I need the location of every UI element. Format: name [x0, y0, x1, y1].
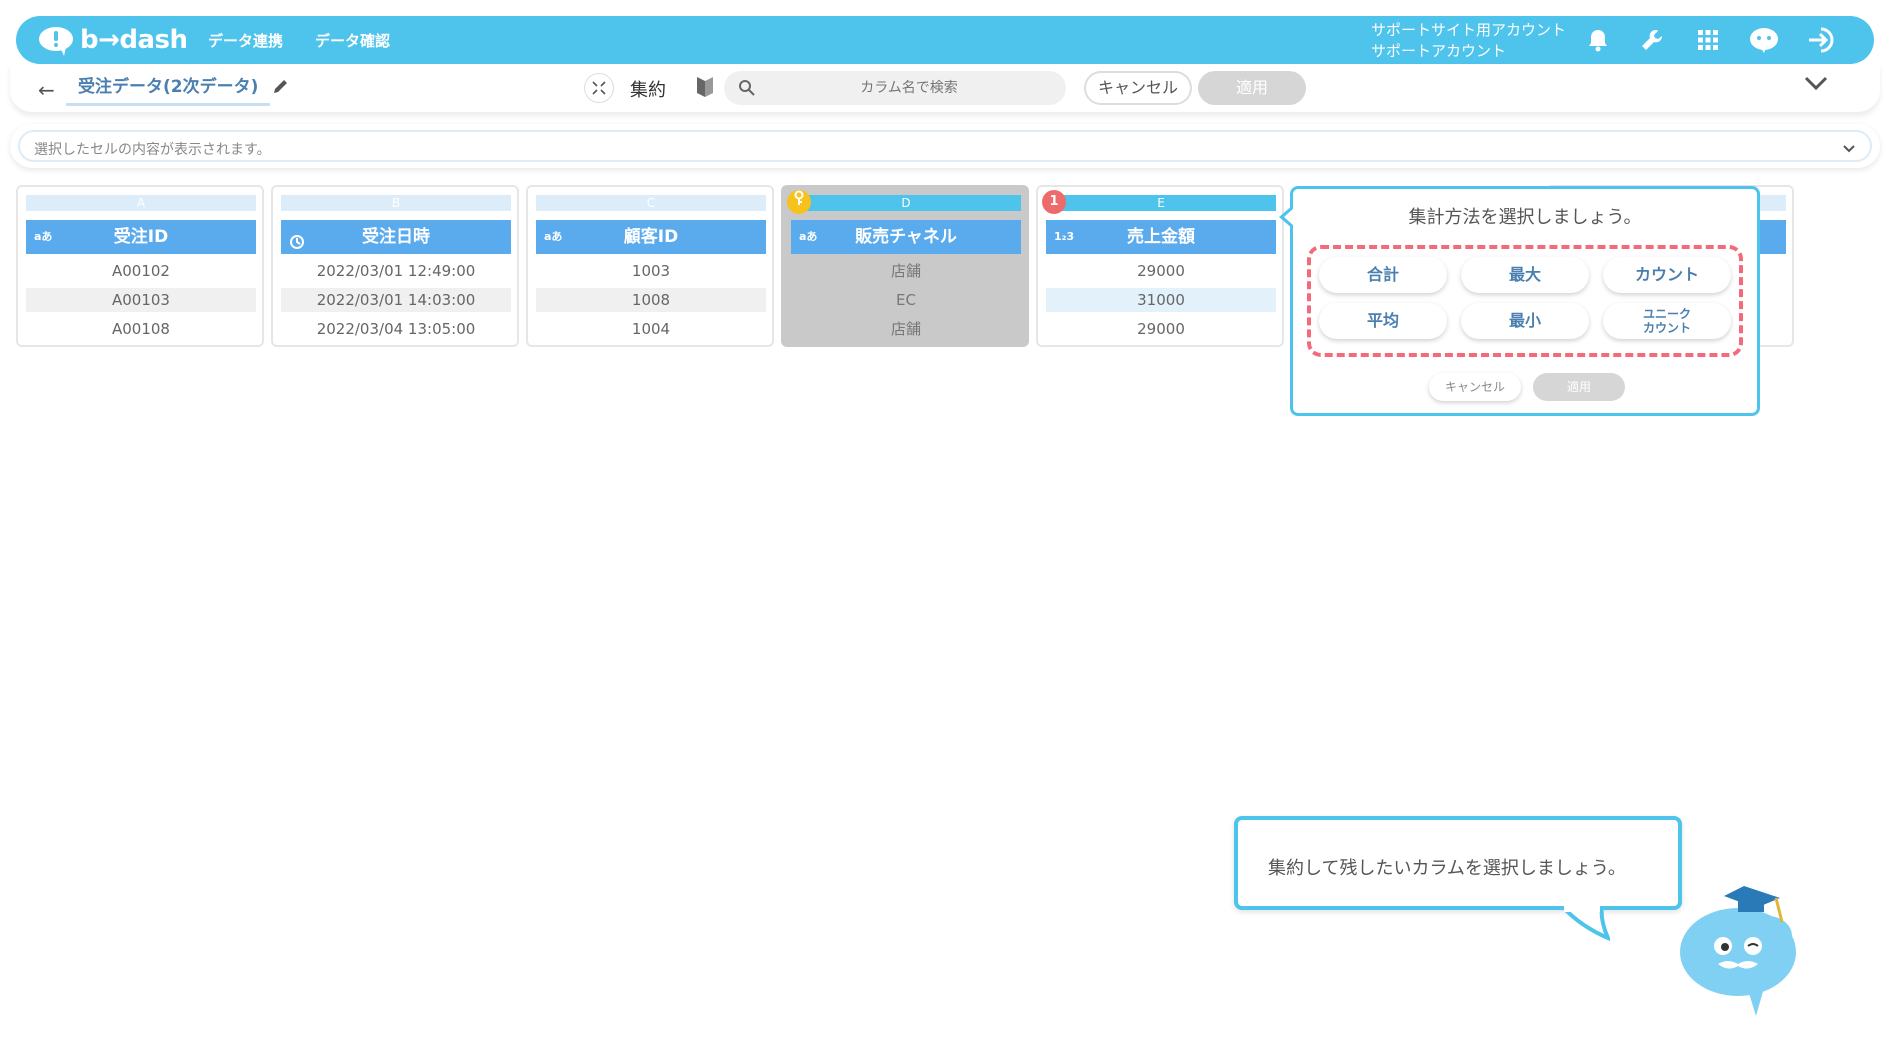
- column-search: [724, 71, 1066, 105]
- chat-support-icon[interactable]: [1748, 24, 1780, 56]
- option-max-button[interactable]: 最大: [1461, 257, 1589, 293]
- option-average-button[interactable]: 平均: [1319, 303, 1447, 339]
- hint-text: 集約して残したいカラムを選択しましょう。: [1268, 858, 1626, 879]
- column-header[interactable]: aあ 受注ID: [26, 220, 256, 254]
- table-cell[interactable]: 1008: [536, 288, 766, 312]
- beginner-mark-icon[interactable]: [696, 76, 714, 102]
- table-cell[interactable]: A00108: [26, 317, 256, 341]
- hint-speech-bubble: 集約して残したいカラムを選択しましょう。: [1234, 816, 1682, 910]
- table-cell[interactable]: 店舗: [791, 317, 1021, 341]
- column-name: 顧客ID: [623, 227, 679, 247]
- option-sum-button[interactable]: 合計: [1319, 257, 1447, 293]
- text-type-icon: aあ: [799, 230, 818, 243]
- speech-bubble-tail: [1560, 904, 1612, 946]
- bell-icon[interactable]: [1582, 24, 1614, 56]
- column-header[interactable]: 1₂3 売上金額: [1046, 220, 1276, 254]
- cell-content-field[interactable]: 選択したセルの内容が表示されます。: [18, 130, 1872, 162]
- table-cell[interactable]: 1003: [536, 259, 766, 283]
- top-navbar: b→dash データ連携 データ確認 サポートサイト用アカウント サポートアカウ…: [16, 16, 1874, 64]
- search-icon: [738, 79, 756, 101]
- data-title[interactable]: 受注データ(2次データ): [66, 75, 271, 106]
- column-card-b[interactable]: B 受注日時 2022/03/01 12:49:00 2022/03/01 14…: [271, 185, 519, 347]
- nav-data-confirm[interactable]: データ確認: [315, 30, 390, 51]
- cell-expand-chevron-icon[interactable]: [1842, 139, 1856, 158]
- logout-icon[interactable]: [1806, 24, 1838, 56]
- column-name: 受注日時: [362, 227, 430, 247]
- column-letter: C: [536, 195, 766, 211]
- table-cell[interactable]: 1004: [536, 317, 766, 341]
- table-cell[interactable]: A00103: [26, 288, 256, 312]
- column-card-d[interactable]: D aあ 販売チャネル 店舗 EC 店舗: [781, 185, 1029, 347]
- account-info[interactable]: サポートサイト用アカウント サポートアカウント: [1371, 20, 1566, 62]
- app-logo[interactable]: b→dash: [36, 25, 188, 56]
- column-letter: A: [26, 195, 256, 211]
- text-type-icon: aあ: [34, 230, 53, 243]
- account-line-2: サポートアカウント: [1371, 42, 1507, 60]
- aggregation-method-popup: 集計方法を選択しましょう。 合計 最大 カウント 平均 最小 ユニーク カウント…: [1279, 186, 1760, 416]
- cloud-logo-icon: [36, 25, 76, 56]
- popup-title: 集計方法を選択しましょう。: [1408, 207, 1642, 228]
- column-letter: E: [1046, 195, 1276, 211]
- mode-label: 集約: [630, 80, 666, 101]
- wrench-icon[interactable]: [1636, 24, 1668, 56]
- toolbar-apply-button[interactable]: 適用: [1198, 71, 1306, 105]
- table-cell[interactable]: 2022/03/01 12:49:00: [281, 259, 511, 283]
- table-cell[interactable]: 31000: [1046, 288, 1276, 312]
- option-unique-line2: カウント: [1642, 321, 1691, 335]
- grid-menu-icon[interactable]: [1692, 24, 1724, 56]
- column-header[interactable]: 受注日時: [281, 220, 511, 254]
- account-line-1: サポートサイト用アカウント: [1371, 21, 1567, 39]
- option-unique-count-button[interactable]: ユニーク カウント: [1603, 303, 1731, 339]
- option-min-button[interactable]: 最小: [1461, 303, 1589, 339]
- column-card-e[interactable]: E 1 1₂3 売上金額 29000 31000 29000: [1036, 185, 1284, 347]
- cell-content-bar: 選択したセルの内容が表示されます。: [10, 124, 1880, 168]
- clock-type-icon: [289, 229, 305, 263]
- data-toolbar: ← 受注データ(2次データ) 集約 キャンセル 適用: [10, 64, 1880, 112]
- table-cell[interactable]: 29000: [1046, 317, 1276, 341]
- chevron-down-icon[interactable]: [1804, 76, 1828, 96]
- option-count-button[interactable]: カウント: [1603, 257, 1731, 293]
- column-name: 売上金額: [1127, 227, 1195, 247]
- column-letter: B: [281, 195, 511, 211]
- column-name: 販売チャネル: [855, 227, 957, 247]
- column-letter: D: [791, 195, 1021, 211]
- mascot-character-icon: [1668, 880, 1818, 1024]
- column-name: 受注ID: [113, 227, 169, 247]
- column-header[interactable]: aあ 顧客ID: [536, 220, 766, 254]
- nav-data-integration[interactable]: データ連携: [208, 30, 283, 51]
- column-card-a[interactable]: A aあ 受注ID A00102 A00103 A00108: [16, 185, 264, 347]
- aggregation-options-highlight: 合計 最大 カウント 平均 最小 ユニーク カウント: [1307, 245, 1743, 357]
- text-type-icon: aあ: [544, 230, 563, 243]
- popup-cancel-button[interactable]: キャンセル: [1429, 373, 1521, 401]
- column-header[interactable]: aあ 販売チャネル: [791, 220, 1021, 254]
- table-cell[interactable]: 2022/03/01 14:03:00: [281, 288, 511, 312]
- title-wrap: 受注データ(2次データ): [66, 72, 271, 106]
- edit-pencil-icon[interactable]: [272, 77, 290, 99]
- cell-content-placeholder: 選択したセルの内容が表示されます。: [34, 142, 271, 158]
- table-cell[interactable]: EC: [791, 288, 1021, 312]
- logo-text: b→dash: [80, 25, 188, 55]
- column-search-input[interactable]: [774, 71, 1044, 105]
- table-cell[interactable]: 2022/03/04 13:05:00: [281, 317, 511, 341]
- table-cell[interactable]: A00102: [26, 259, 256, 283]
- aggregate-icon: [584, 73, 614, 103]
- option-unique-line1: ユニーク: [1642, 307, 1691, 321]
- table-cell[interactable]: 店舗: [791, 259, 1021, 283]
- column-card-c[interactable]: C aあ 顧客ID 1003 1008 1004: [526, 185, 774, 347]
- key-badge-icon: [787, 190, 811, 214]
- popup-apply-button[interactable]: 適用: [1533, 373, 1625, 401]
- number-type-icon: 1₂3: [1054, 230, 1075, 243]
- back-arrow-icon[interactable]: ←: [38, 78, 55, 102]
- table-cell[interactable]: 29000: [1046, 259, 1276, 283]
- toolbar-cancel-button[interactable]: キャンセル: [1084, 71, 1192, 105]
- order-badge: 1: [1042, 190, 1066, 214]
